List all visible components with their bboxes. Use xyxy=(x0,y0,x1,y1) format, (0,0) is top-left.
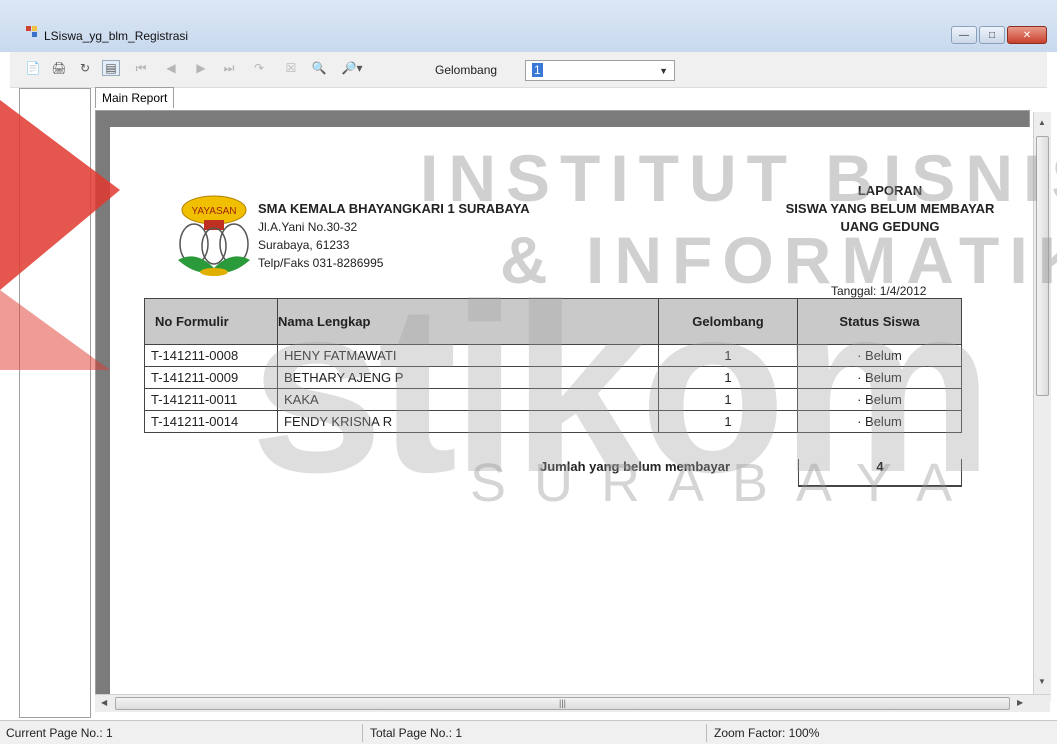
scroll-up-icon[interactable]: ▲ xyxy=(1038,118,1046,127)
cell-gelombang: 1 xyxy=(658,344,798,367)
column-header-gelombang: Gelombang xyxy=(658,298,798,345)
cell-no-formulir: T-141211-0008 xyxy=(144,344,278,367)
chevron-down-icon[interactable]: ▼ xyxy=(659,66,668,76)
school-phone: Telp/Faks 031-8286995 xyxy=(258,256,384,270)
table-row: T-141211-0009 BETHARY AJENG P 1 · Belum xyxy=(144,366,962,389)
first-page-icon[interactable]: ⏮ xyxy=(132,60,150,76)
window-controls: — □ ✕ xyxy=(951,26,1047,44)
date-label: Tanggal: xyxy=(831,284,877,298)
school-logo: YAYASAN xyxy=(178,195,250,276)
scroll-left-icon[interactable]: ◀ xyxy=(101,698,107,707)
cell-status: · Belum xyxy=(797,366,962,389)
date-value: 1/4/2012 xyxy=(879,284,927,298)
table-row: T-141211-0014 FENDY KRISNA R 1 · Belum xyxy=(144,410,962,433)
last-page-icon[interactable]: ⏭ xyxy=(220,60,238,76)
zoom-status: Zoom Factor: 100% xyxy=(714,726,820,740)
close-button[interactable]: ✕ xyxy=(1007,26,1047,44)
school-address-line2: Surabaya, 61233 xyxy=(258,238,350,252)
tab-main-report[interactable]: Main Report xyxy=(95,87,175,108)
horizontal-scroll-thumb[interactable]: ||| xyxy=(115,697,1010,710)
cell-status: · Belum xyxy=(797,388,962,411)
current-page-status: Current Page No.: 1 xyxy=(6,726,113,740)
gelombang-value: 1 xyxy=(532,63,543,77)
search-icon[interactable]: 🔍 xyxy=(310,60,328,76)
total-label: Jumlah yang belum membayar xyxy=(540,459,731,474)
column-header-status: Status Siswa xyxy=(797,298,962,345)
report-title-line2: SISWA YANG BELUM MEMBAYAR xyxy=(785,201,995,216)
scroll-right-icon[interactable]: ▶ xyxy=(1017,698,1023,707)
cell-status: · Belum xyxy=(797,410,962,433)
report-tabs: Main Report xyxy=(91,84,1046,108)
maximize-button[interactable]: □ xyxy=(979,26,1005,44)
column-header-no-formulir: No Formulir xyxy=(144,298,278,345)
vertical-scroll-thumb[interactable] xyxy=(1036,136,1049,396)
gelombang-label: Gelombang xyxy=(435,63,498,77)
report-title-line3: UANG GEDUNG xyxy=(840,219,940,234)
next-page-icon[interactable]: ▶ xyxy=(192,60,210,76)
report-title-line1: LAPORAN xyxy=(857,183,923,198)
cell-no-formulir: T-141211-0011 xyxy=(144,388,278,411)
refresh-icon[interactable]: ↻ xyxy=(76,60,94,76)
cell-nama: HENY FATMAWATI xyxy=(277,344,659,367)
status-separator xyxy=(706,724,707,742)
cell-no-formulir: T-141211-0009 xyxy=(144,366,278,389)
status-bar: Current Page No.: 1 Total Page No.: 1 Zo… xyxy=(0,720,1057,744)
total-page-status: Total Page No.: 1 xyxy=(370,726,463,740)
app-icon xyxy=(26,26,37,37)
column-header-nama: Nama Lengkap xyxy=(277,298,659,345)
cell-gelombang: 1 xyxy=(658,410,798,433)
table-header-row: No Formulir Nama Lengkap Gelombang Statu… xyxy=(144,298,962,345)
group-tree-pane[interactable] xyxy=(19,88,91,718)
table-row: T-141211-0008 HENY FATMAWATI 1 · Belum xyxy=(144,344,962,367)
horizontal-scrollbar[interactable]: ◀ ||| ▶ xyxy=(95,694,1050,712)
report-toolbar: 📄 🖨 ↻ ▤ ⏮ ◀ ▶ ⏭ ↷ ☒ 🔍 🔎▾ Gelombang 1 ▼ xyxy=(10,52,1047,88)
total-value: 4 xyxy=(798,459,962,487)
window-titlebar: LSiswa_yg_blm_Registrasi — □ ✕ xyxy=(0,0,1057,52)
cell-nama: KAKA xyxy=(277,388,659,411)
window-title: LSiswa_yg_blm_Registrasi xyxy=(44,29,189,43)
school-name: SMA KEMALA BHAYANGKARI 1 SURABAYA xyxy=(258,201,530,216)
scroll-down-icon[interactable]: ▼ xyxy=(1038,677,1046,686)
cell-gelombang: 1 xyxy=(658,366,798,389)
cell-gelombang: 1 xyxy=(658,388,798,411)
svg-text:YAYASAN: YAYASAN xyxy=(191,206,236,217)
vertical-scrollbar[interactable]: ▲ ▼ xyxy=(1033,112,1051,702)
status-separator xyxy=(362,724,363,742)
gelombang-select[interactable]: 1 ▼ xyxy=(525,60,675,81)
print-icon[interactable]: 🖨 xyxy=(50,60,68,76)
close-view-icon[interactable]: ☒ xyxy=(282,60,300,76)
cell-nama: BETHARY AJENG P xyxy=(277,366,659,389)
report-date: Tanggal: 1/4/2012 xyxy=(831,284,926,298)
cell-nama: FENDY KRISNA R xyxy=(277,410,659,433)
export-icon[interactable]: 📄 xyxy=(24,60,42,76)
goto-page-icon[interactable]: ↷ xyxy=(250,60,268,76)
cell-status: · Belum xyxy=(797,344,962,367)
group-tree-icon[interactable]: ▤ xyxy=(102,60,120,76)
cell-no-formulir: T-141211-0014 xyxy=(144,410,278,433)
minimize-button[interactable]: — xyxy=(951,26,977,44)
table-row: T-141211-0011 KAKA 1 · Belum xyxy=(144,388,962,411)
prev-page-icon[interactable]: ◀ xyxy=(162,60,180,76)
zoom-icon[interactable]: 🔎▾ xyxy=(338,60,366,76)
school-address-line1: Jl.A.Yani No.30-32 xyxy=(258,220,358,234)
report-table: No Formulir Nama Lengkap Gelombang Statu… xyxy=(144,298,962,433)
